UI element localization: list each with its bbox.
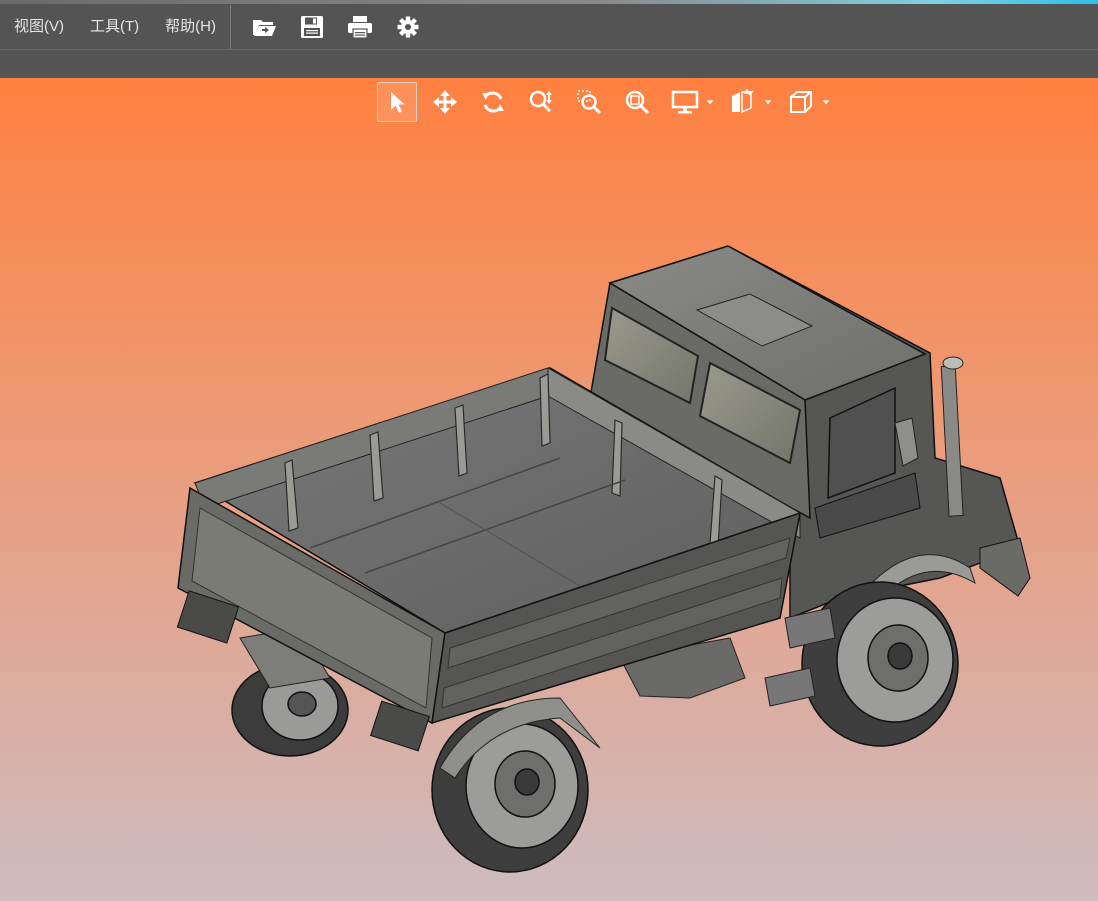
rear-right-wheel bbox=[431, 707, 589, 873]
view-cube-dropdown[interactable] bbox=[821, 82, 831, 122]
menu-tools[interactable]: 工具(T) bbox=[77, 4, 152, 50]
secondary-toolbar bbox=[0, 50, 1098, 78]
menubar: 视图(V) 工具(T) 帮助(H) bbox=[0, 4, 1098, 50]
zoom-window-icon[interactable] bbox=[569, 82, 609, 122]
view-cube-icon[interactable] bbox=[781, 82, 821, 122]
pan-icon[interactable] bbox=[425, 82, 465, 122]
front-wheel bbox=[801, 581, 959, 747]
gear-icon[interactable] bbox=[395, 14, 421, 40]
display-mode-icon[interactable] bbox=[665, 82, 705, 122]
zoom-icon[interactable] bbox=[521, 82, 561, 122]
section-view-dropdown[interactable] bbox=[763, 82, 773, 122]
zoom-fit-icon[interactable] bbox=[617, 82, 657, 122]
open-folder-icon[interactable] bbox=[251, 14, 277, 40]
menu-view[interactable]: 视图(V) bbox=[0, 4, 77, 50]
menu-separator bbox=[229, 4, 231, 49]
rotate-icon[interactable] bbox=[473, 82, 513, 122]
view-toolbar bbox=[377, 82, 839, 122]
3d-viewport[interactable] bbox=[0, 78, 1098, 901]
menu-help[interactable]: 帮助(H) bbox=[152, 4, 229, 50]
display-mode-dropdown[interactable] bbox=[705, 82, 715, 122]
truck-3d-model[interactable] bbox=[0, 78, 1098, 901]
save-icon[interactable] bbox=[299, 14, 325, 40]
section-view-icon[interactable] bbox=[723, 82, 763, 122]
select-arrow-icon[interactable] bbox=[377, 82, 417, 122]
print-icon[interactable] bbox=[347, 14, 373, 40]
